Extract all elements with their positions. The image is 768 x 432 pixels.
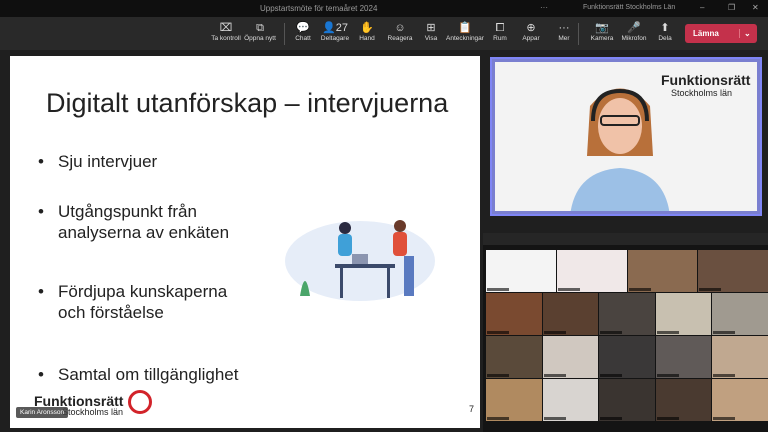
participant-tile[interactable] xyxy=(486,293,542,335)
participant-tile[interactable] xyxy=(655,379,712,421)
toolbar-label: Deltagare xyxy=(320,35,350,42)
participant-tile[interactable] xyxy=(486,250,556,292)
participant-name xyxy=(656,331,679,334)
toolbar-icon: ··· xyxy=(558,22,570,34)
speaker-person xyxy=(570,88,670,211)
participant-name xyxy=(487,331,509,334)
participant-name xyxy=(487,288,509,291)
toolbar-icon: ⧉ xyxy=(256,22,264,34)
more-icon[interactable]: ··· xyxy=(540,3,548,12)
participant-tile[interactable] xyxy=(599,336,655,378)
slide-bullet: Sju intervjuer xyxy=(38,151,157,172)
participant-tile[interactable] xyxy=(542,293,599,335)
participant-name xyxy=(543,331,566,334)
toolbar-icon: 📋 xyxy=(458,22,472,34)
minimize-button[interactable]: – xyxy=(700,3,704,12)
participant-tile[interactable] xyxy=(627,250,698,292)
toolbar-dela-button[interactable]: ⬆ Dela xyxy=(645,21,685,42)
participant-tile[interactable] xyxy=(599,379,655,421)
toolbar-label: Reagera xyxy=(387,35,413,42)
leave-label: Lämna xyxy=(685,29,740,38)
toolbar-label: Rum xyxy=(493,35,507,42)
meeting-toolbar: Lämna ⌄ ⌧ Ta kontroll ⧉ Öppna nytt 💬 Chatt 👤27… xyxy=(0,17,768,50)
chevron-down-icon[interactable]: ⌄ xyxy=(740,29,751,38)
restore-button[interactable]: ❐ xyxy=(728,3,735,12)
slide-title: Digitalt utanförskap – intervjuerna xyxy=(46,88,449,118)
participant-name xyxy=(600,417,623,420)
toolbar-label: Chatt xyxy=(295,35,311,42)
meeting-title: Uppstartsmöte för temaåret 2024 xyxy=(260,4,378,13)
illustration-meeting xyxy=(285,220,435,301)
title-bar: Uppstartsmöte för temaåret 2024 ··· Funk… xyxy=(0,0,768,17)
participant-name xyxy=(656,417,679,420)
toolbar-label: Appar xyxy=(522,35,540,42)
toolbar-label: Hand xyxy=(359,35,375,42)
participant-tile[interactable] xyxy=(698,250,768,292)
participant-name xyxy=(600,374,623,377)
toolbar-label: Mikrofon xyxy=(621,35,647,42)
participant-tile[interactable] xyxy=(599,293,655,335)
participant-name xyxy=(713,374,736,377)
participant-tile[interactable] xyxy=(712,293,768,335)
participant-name xyxy=(557,288,580,291)
toolbar-anteckningar-button[interactable]: 📋 Anteckningar xyxy=(445,21,485,42)
toolbar-öppna-nytt-button[interactable]: ⧉ Öppna nytt xyxy=(240,21,280,42)
participant-tile[interactable] xyxy=(542,336,599,378)
participant-tile[interactable] xyxy=(655,293,712,335)
close-button[interactable]: ✕ xyxy=(752,3,759,12)
toolbar-label: Visa xyxy=(424,35,438,42)
participant-tile[interactable] xyxy=(486,336,542,378)
presenter-name: Karin Aronsson xyxy=(16,407,69,418)
slide-bullet: Fördjupa kunskapernaoch förståelse xyxy=(38,281,227,323)
participant-tile[interactable] xyxy=(486,379,542,421)
participant-tile[interactable] xyxy=(712,336,768,378)
slide-page-number: 7 xyxy=(468,404,474,414)
participant-gallery-share xyxy=(483,233,768,432)
shared-slide: Digitalt utanförskap – intervjuerna Sju … xyxy=(10,56,480,428)
participant-name xyxy=(699,288,722,291)
participant-name xyxy=(656,374,679,377)
toolbar-mer-button[interactable]: ··· Mer xyxy=(544,21,584,42)
participant-name xyxy=(487,417,509,420)
toolbar-label: Mer xyxy=(558,35,570,42)
participant-name xyxy=(713,417,736,420)
toolbar-label: Ta kontroll xyxy=(211,35,241,42)
slide-bullet: Samtal om tillgänglighet xyxy=(38,364,238,385)
participant-name xyxy=(600,331,623,334)
toolbar-label: Öppna nytt xyxy=(244,35,276,42)
slide-bullet: Utgångspunkt frånanalyserna av enkäten xyxy=(38,201,229,243)
participant-name xyxy=(487,374,509,377)
toolbar-label: Dela xyxy=(658,35,672,42)
participant-name xyxy=(543,417,566,420)
participant-tile[interactable] xyxy=(542,379,599,421)
toolbar-label: Anteckningar xyxy=(446,35,484,42)
participant-tile[interactable] xyxy=(655,336,712,378)
speaker-video-tile[interactable]: Funktionsrätt Stockholms län xyxy=(490,57,762,216)
org-name: Funktionsrätt Stockholms Län xyxy=(583,4,676,11)
leave-button[interactable]: Lämna ⌄ xyxy=(685,24,757,43)
participant-tile[interactable] xyxy=(712,379,768,421)
participant-name xyxy=(628,288,651,291)
participant-tile[interactable] xyxy=(556,250,627,292)
toolbar-icon: ⬆ xyxy=(660,22,670,34)
participant-name xyxy=(713,331,736,334)
participant-name xyxy=(543,374,566,377)
toolbar-label: Kamera xyxy=(590,35,614,42)
